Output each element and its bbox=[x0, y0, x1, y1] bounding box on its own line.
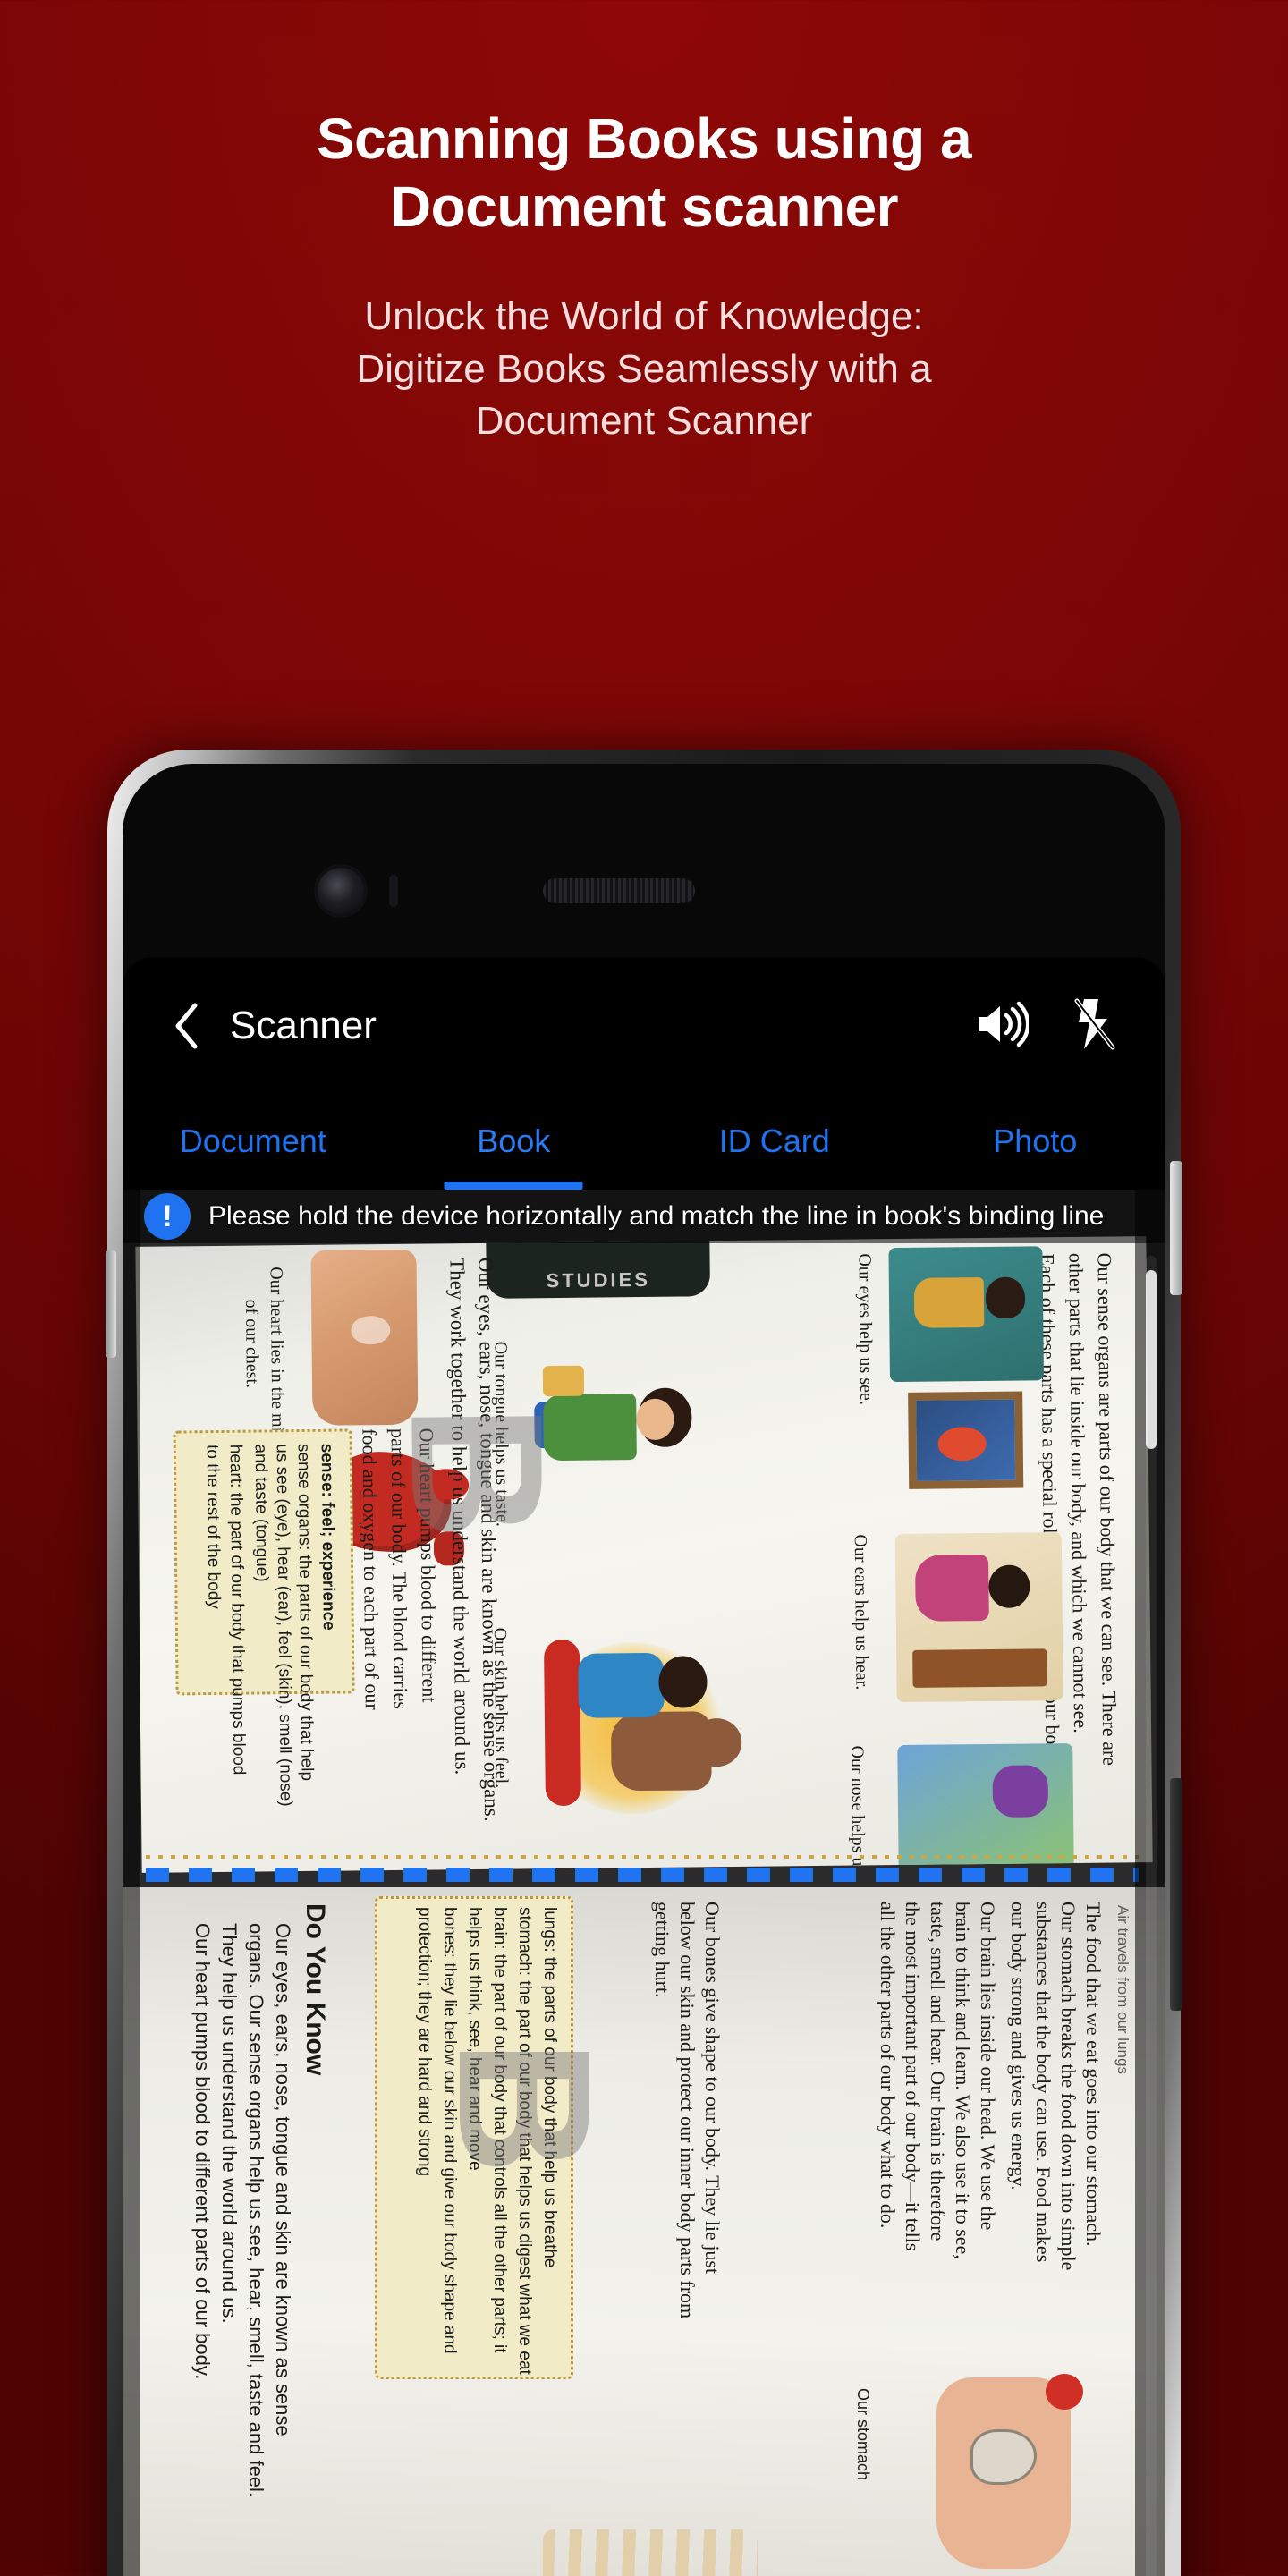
tab-book-label: Book bbox=[477, 1123, 551, 1159]
hint-banner: ! Please hold the device horizontally an… bbox=[123, 1190, 1165, 1243]
tab-document[interactable]: Document bbox=[123, 1093, 384, 1190]
page-text-line: getting hurt. bbox=[651, 1902, 674, 1998]
page-text-line: other parts that lie inside our body, an… bbox=[1064, 1252, 1093, 1733]
book-page-top: STUDIES Our sense organs are parts of ou… bbox=[135, 1236, 1153, 1873]
side-button-left[interactable] bbox=[106, 1250, 116, 1358]
illustration-nose bbox=[897, 1742, 1074, 1873]
promo-subtitle-line3: Document Scanner bbox=[475, 399, 813, 444]
binding-guide-line[interactable] bbox=[146, 1868, 1139, 1882]
front-camera-icon bbox=[318, 868, 364, 914]
phone-mockup: Scanner Document Book ID Card Photo STUD… bbox=[106, 750, 1182, 2576]
app-screen: Scanner Document Book ID Card Photo STUD… bbox=[123, 957, 1165, 2576]
page-text-line: Our stomach breaks the food down into si… bbox=[1057, 1902, 1080, 2271]
promo-title: Scanning Books using a Document scanner bbox=[0, 106, 1288, 241]
tab-document-label: Document bbox=[179, 1123, 326, 1159]
illustration-ears bbox=[894, 1532, 1063, 1703]
hint-text: Please hold the device horizontally and … bbox=[208, 1201, 1105, 1231]
glossary-line: us see (eye), hear (ear), feel (skin), s… bbox=[272, 1444, 295, 1807]
page-text-line: organs. Our sense organs help us see, he… bbox=[245, 1923, 267, 2498]
promo-title-line1: Scanning Books using a bbox=[316, 106, 972, 171]
camera-preview[interactable]: STUDIES Our sense organs are parts of ou… bbox=[123, 1190, 1165, 2576]
illustration-picture-frame bbox=[908, 1391, 1024, 1489]
chevron-left-icon[interactable] bbox=[165, 1000, 207, 1052]
illustration-caption: Our eyes help us see. bbox=[854, 1253, 877, 1405]
phone-frame: Scanner Document Book ID Card Photo STUD… bbox=[106, 750, 1182, 2576]
page-text-line: the most important part of our body—it t… bbox=[902, 1902, 924, 2251]
page-title: Scanner bbox=[230, 1004, 377, 1047]
promo-subtitle: Unlock the World of Knowledge: Digitize … bbox=[0, 291, 1288, 448]
stomach-illustration bbox=[911, 2360, 1117, 2576]
phone-screen-bezel: Scanner Document Book ID Card Photo STUD… bbox=[123, 764, 1165, 2576]
glossary-line: heart: the part of our body that pumps b… bbox=[225, 1444, 249, 1775]
promo-subtitle-line2: Digitize Books Seamlessly with a bbox=[356, 346, 932, 391]
page-text-line: all the other parts of our body what to … bbox=[877, 1902, 899, 2229]
preview-scrollbar-track[interactable] bbox=[1146, 1256, 1157, 2576]
proximity-sensor-icon bbox=[389, 875, 398, 907]
page-text-line: Our brain lies inside our head. We use t… bbox=[977, 1902, 999, 2231]
glossary-line: and taste (tongue) bbox=[250, 1444, 272, 1582]
earpiece-speaker-icon bbox=[543, 878, 695, 903]
app-toolbar: Scanner bbox=[123, 957, 1165, 1093]
page-text-line: They help us understand the world around… bbox=[218, 1923, 241, 2324]
toolbar-actions bbox=[974, 996, 1123, 1052]
volume-button[interactable] bbox=[1170, 1778, 1182, 2011]
watermark-logo-bottom: B bbox=[419, 2039, 630, 2175]
book-cover-tab: STUDIES bbox=[486, 1236, 710, 1299]
binding-dots bbox=[146, 1855, 1139, 1859]
page-text-line: below our skin and protect our inner bod… bbox=[676, 1902, 699, 2319]
scan-mode-tabs: Document Book ID Card Photo bbox=[123, 1093, 1165, 1190]
power-button[interactable] bbox=[1170, 1161, 1182, 1295]
torso-illustration bbox=[310, 1249, 419, 1426]
preview-scrollbar-thumb[interactable] bbox=[1146, 1270, 1157, 1449]
promo-header: Scanning Books using a Document scanner … bbox=[0, 0, 1288, 448]
promo-title-line2: Document scanner bbox=[389, 174, 899, 239]
page-text-line: The food that we eat goes into our stoma… bbox=[1082, 1902, 1105, 2247]
page-text-line: taste, smell and hear. Our brain is ther… bbox=[927, 1902, 949, 2241]
glossary-line: sense organs: the parts of our body that… bbox=[293, 1443, 317, 1782]
page-caption: of our chest. bbox=[241, 1299, 263, 1389]
illustration-caption: Our ears help us hear. bbox=[850, 1534, 872, 1690]
page-text-line: Our heart pumps blood to different parts… bbox=[191, 1923, 214, 2380]
page-text-line: Our sense organs are parts of our body t… bbox=[1093, 1252, 1122, 1767]
tab-photo[interactable]: Photo bbox=[905, 1093, 1166, 1190]
volume-speaker-icon[interactable] bbox=[974, 996, 1030, 1052]
illustration-caption: Our skin helps us feel. bbox=[489, 1627, 512, 1789]
tab-active-underline bbox=[444, 1182, 583, 1190]
page-text-line: Our bones give shape to our body. They l… bbox=[701, 1902, 724, 2275]
flash-off-icon[interactable] bbox=[1067, 996, 1123, 1052]
diagram-label: Air travels from our lungs bbox=[1114, 1905, 1131, 2074]
tab-id-card-label: ID Card bbox=[718, 1123, 830, 1159]
tab-id-card[interactable]: ID Card bbox=[644, 1093, 905, 1190]
tab-photo-label: Photo bbox=[993, 1123, 1078, 1159]
diagram-label: Our stomach bbox=[854, 2388, 872, 2481]
page-text-line: our body strong and gives us energy. bbox=[1007, 1902, 1030, 2190]
page-text-line: Our eyes, ears, nose, tongue and skin ar… bbox=[272, 1923, 294, 2436]
illustration-eyes bbox=[888, 1246, 1044, 1383]
glossary-line: sense: feel; experience bbox=[317, 1443, 338, 1631]
info-exclamation-icon: ! bbox=[144, 1193, 191, 1240]
page-text-line: brain to think and learn. We also use it… bbox=[952, 1902, 974, 2259]
glossary-line: to the rest of the body bbox=[202, 1444, 224, 1609]
watermark-logo: B bbox=[371, 1402, 583, 1541]
tab-book[interactable]: Book bbox=[384, 1093, 645, 1190]
illustration-skin bbox=[524, 1625, 767, 1834]
book-page-bottom: Do You Know Our eyes, ears, nose, tongue… bbox=[123, 1887, 1165, 2576]
promo-subtitle-line1: Unlock the World of Knowledge: bbox=[364, 294, 924, 339]
section-heading: Do You Know bbox=[301, 1903, 330, 2076]
preview-dim-left bbox=[123, 1190, 140, 2576]
illustration-caption: Our nose helps us smell. bbox=[847, 1745, 869, 1873]
skeleton-illustration bbox=[543, 2529, 758, 2576]
page-text-line: substances that the body can use. Food m… bbox=[1032, 1902, 1055, 2263]
